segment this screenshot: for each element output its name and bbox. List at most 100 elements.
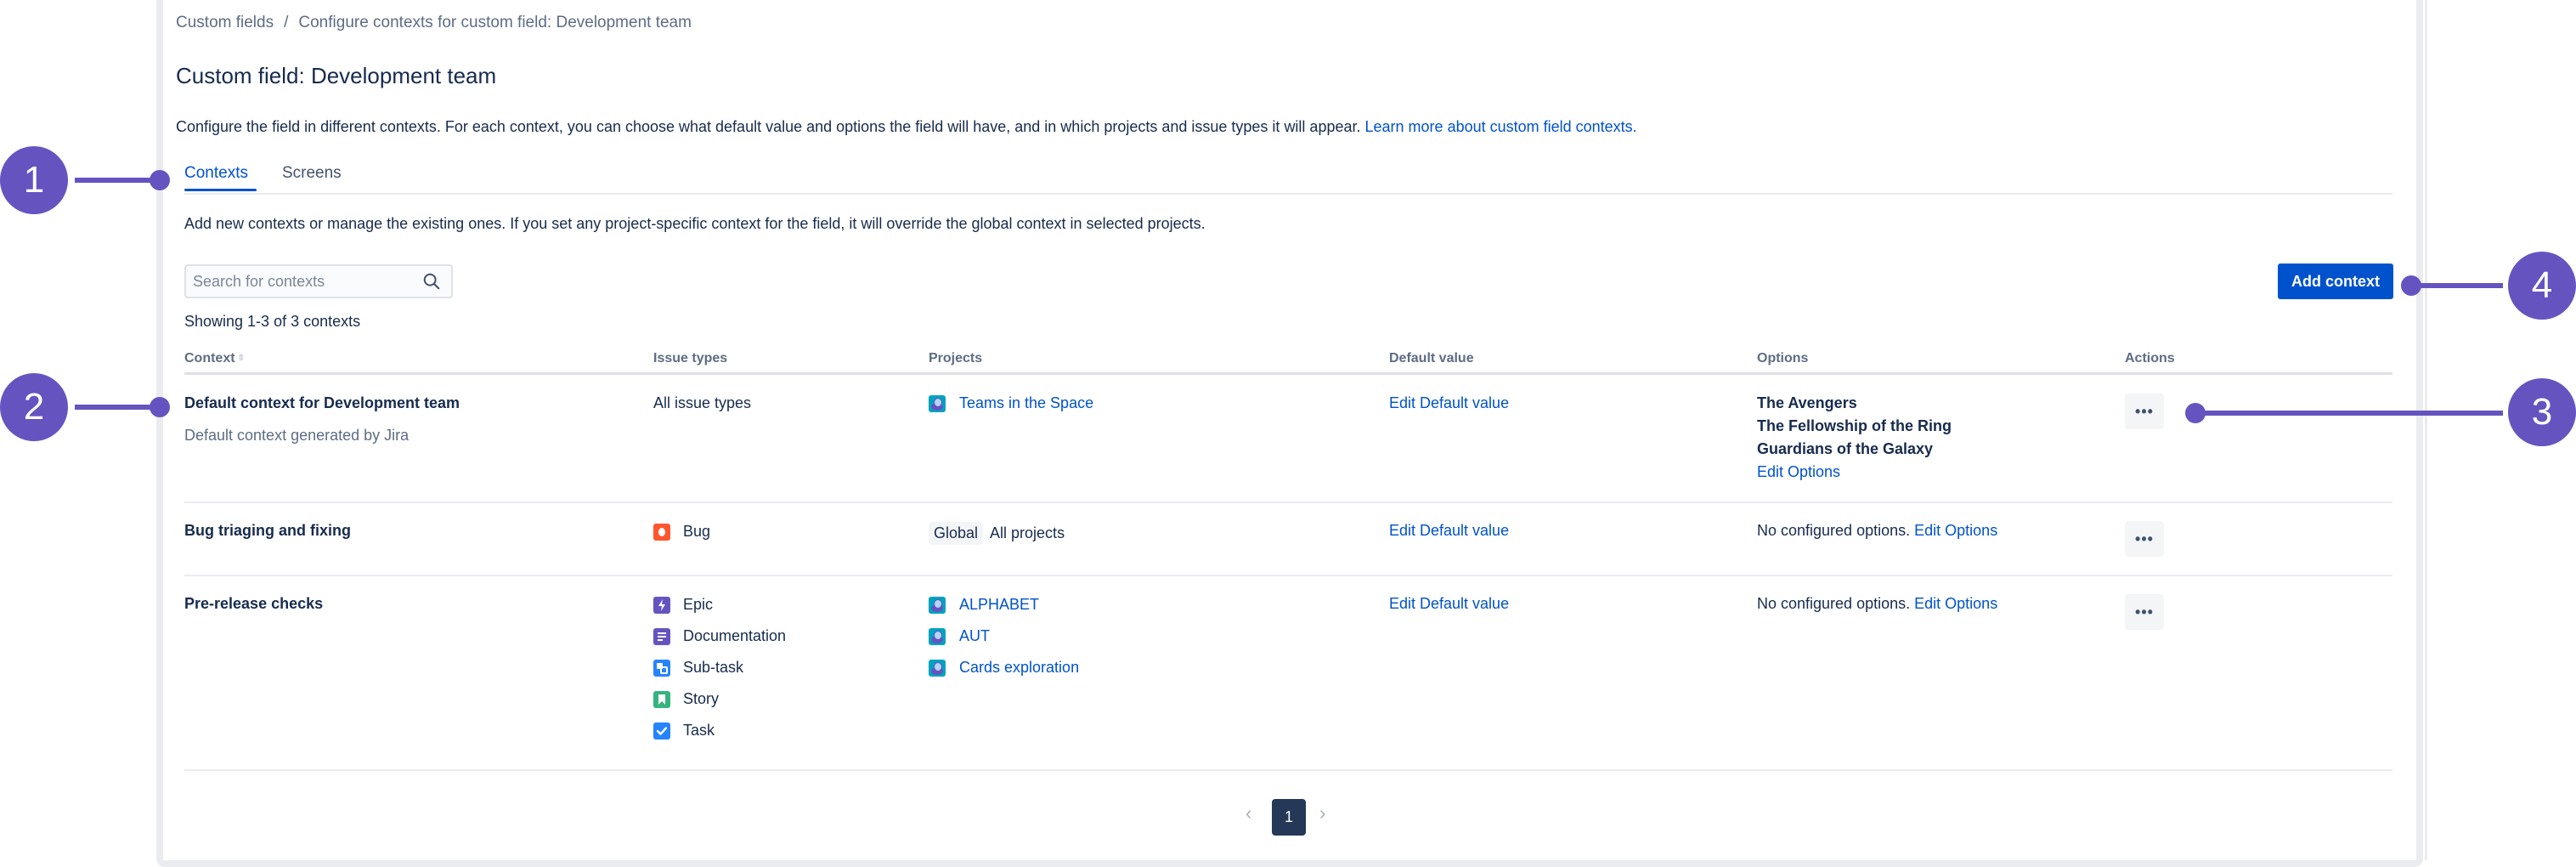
issue-type-item: Task xyxy=(653,715,786,746)
page-title: Custom field: Development team xyxy=(176,63,497,88)
search-field[interactable] xyxy=(184,264,453,298)
context-name: Bug triaging and fixing xyxy=(184,522,351,539)
project-link[interactable]: ALPHABET xyxy=(959,596,1039,614)
search-input[interactable] xyxy=(193,266,405,297)
project-item[interactable]: AUT xyxy=(929,620,1079,652)
options-list: The Avengers The Fellowship of the Ring … xyxy=(1757,394,1952,486)
chevron-left-icon[interactable]: ‹ xyxy=(1246,802,1251,824)
issue-type-item: Story xyxy=(653,683,786,715)
edit-options-link[interactable]: Edit Options xyxy=(1914,595,1997,612)
project-avatar-icon xyxy=(929,659,946,677)
issue-type-label: Documentation xyxy=(683,627,787,644)
chevron-right-icon[interactable]: › xyxy=(1319,802,1325,824)
page-button-1[interactable]: 1 xyxy=(1272,799,1306,836)
annotation-dot xyxy=(150,170,170,190)
breadcrumb-configure-contexts[interactable]: Configure contexts for custom field: Dev… xyxy=(298,14,692,31)
documentation-icon xyxy=(653,627,670,645)
project-item[interactable]: Teams in the Space xyxy=(929,388,1093,419)
results-count: Showing 1-3 of 3 contexts xyxy=(184,313,361,330)
project-avatar-icon xyxy=(929,596,946,614)
all-projects-label: All projects xyxy=(990,524,1065,541)
project-link[interactable]: Cards exploration xyxy=(959,659,1079,677)
annotation-dot xyxy=(150,397,170,417)
more-actions-button[interactable]: ••• xyxy=(2125,594,2164,630)
annotation-dot xyxy=(2401,275,2421,296)
row-divider xyxy=(184,575,2392,576)
edit-default-value-link[interactable]: Edit Default value xyxy=(1389,522,1509,540)
annotation-connector xyxy=(2194,411,2503,416)
learn-more-link[interactable]: Learn more about custom field contexts. xyxy=(1365,118,1637,135)
tab-list: Contexts Screens xyxy=(176,164,367,191)
edit-options-link[interactable]: Edit Options xyxy=(1757,463,1952,486)
search-icon[interactable] xyxy=(422,272,441,291)
annotation-marker-3: 3 xyxy=(2508,378,2576,446)
column-header-context[interactable]: Context ⇳ xyxy=(184,351,245,366)
context-description: Default context generated by Jira xyxy=(184,427,410,444)
tab-contexts[interactable]: Contexts xyxy=(176,164,257,191)
sort-icon[interactable]: ⇳ xyxy=(238,354,245,363)
option-item: The Avengers xyxy=(1757,394,1857,411)
bug-icon xyxy=(653,523,670,541)
project-link[interactable]: Teams in the Space xyxy=(959,394,1093,412)
issue-type-label: Story xyxy=(683,690,720,707)
project-item[interactable]: Cards exploration xyxy=(929,652,1079,683)
annotation-marker-2: 2 xyxy=(0,373,68,441)
no-options-text: No configured options. xyxy=(1757,522,1911,539)
annotation-marker-4: 4 xyxy=(2508,252,2576,320)
more-actions-button[interactable]: ••• xyxy=(2125,521,2164,557)
more-actions-button[interactable]: ••• xyxy=(2125,394,2164,429)
annotation-connector xyxy=(2409,283,2503,288)
option-item: Guardians of the Galaxy xyxy=(1757,440,1934,457)
frame-divider xyxy=(2425,0,2427,860)
option-item: The Fellowship of the Ring xyxy=(1757,417,1952,434)
issue-types-all: All issue types xyxy=(653,394,752,411)
epic-icon xyxy=(653,596,670,614)
project-item[interactable]: ALPHABET xyxy=(929,589,1079,620)
project-avatar-icon xyxy=(929,627,946,645)
issue-type-item: Sub-task xyxy=(653,652,786,683)
column-header-options: Options xyxy=(1757,351,1809,366)
no-options-text: No configured options. xyxy=(1757,595,1911,612)
project-avatar-icon xyxy=(929,394,946,412)
page-description: Configure the field in different context… xyxy=(176,118,1637,136)
issue-type-label: Sub-task xyxy=(683,659,744,676)
annotation-dot xyxy=(2185,403,2206,423)
issue-type-item: Bug xyxy=(653,516,710,547)
column-header-default-value: Default value xyxy=(1389,351,1474,366)
edit-default-value-link[interactable]: Edit Default value xyxy=(1389,595,1509,613)
helper-text: Add new contexts or manage the existing … xyxy=(184,215,1206,232)
projects-list: ALPHABET AUT Cards exploration xyxy=(929,589,1079,683)
description-text: Configure the field in different context… xyxy=(176,118,1361,135)
table-header-divider xyxy=(184,372,2392,375)
issue-type-label: Task xyxy=(683,722,715,739)
global-lozenge: Global xyxy=(929,522,984,545)
story-icon xyxy=(653,690,670,708)
issue-type-label: Epic xyxy=(683,596,714,613)
project-link[interactable]: AUT xyxy=(959,627,990,645)
edit-default-value-link[interactable]: Edit Default value xyxy=(1389,394,1509,412)
options-cell: No configured options. Edit Options xyxy=(1757,522,1997,540)
issue-type-label: Bug xyxy=(683,523,711,540)
context-name: Pre-release checks xyxy=(184,595,324,612)
row-divider xyxy=(184,502,2392,503)
column-header-issue-types: Issue types xyxy=(653,351,728,366)
breadcrumb: Custom fields / Configure contexts for cus… xyxy=(176,14,692,32)
tab-divider xyxy=(184,193,2392,195)
breadcrumb-separator: / xyxy=(284,14,289,31)
task-icon xyxy=(653,722,670,740)
row-divider xyxy=(184,769,2392,771)
context-name: Default context for Development team xyxy=(184,394,460,411)
column-header-label: Context xyxy=(184,351,235,366)
issue-type-item: Documentation xyxy=(653,620,786,652)
column-header-actions: Actions xyxy=(2125,351,2175,366)
column-header-projects: Projects xyxy=(929,351,983,366)
breadcrumb-custom-fields[interactable]: Custom fields xyxy=(176,14,274,31)
annotation-marker-1: 1 xyxy=(0,146,68,214)
add-context-button[interactable]: Add context xyxy=(2278,264,2393,299)
annotation-connector xyxy=(75,178,158,183)
annotation-connector xyxy=(75,405,158,410)
edit-options-link[interactable]: Edit Options xyxy=(1914,522,1997,539)
tab-screens[interactable]: Screens xyxy=(274,164,350,183)
projects-global: Global All projects xyxy=(929,522,1065,545)
issue-types-list: Epic Documentation Sub-task Story Task xyxy=(653,589,786,746)
